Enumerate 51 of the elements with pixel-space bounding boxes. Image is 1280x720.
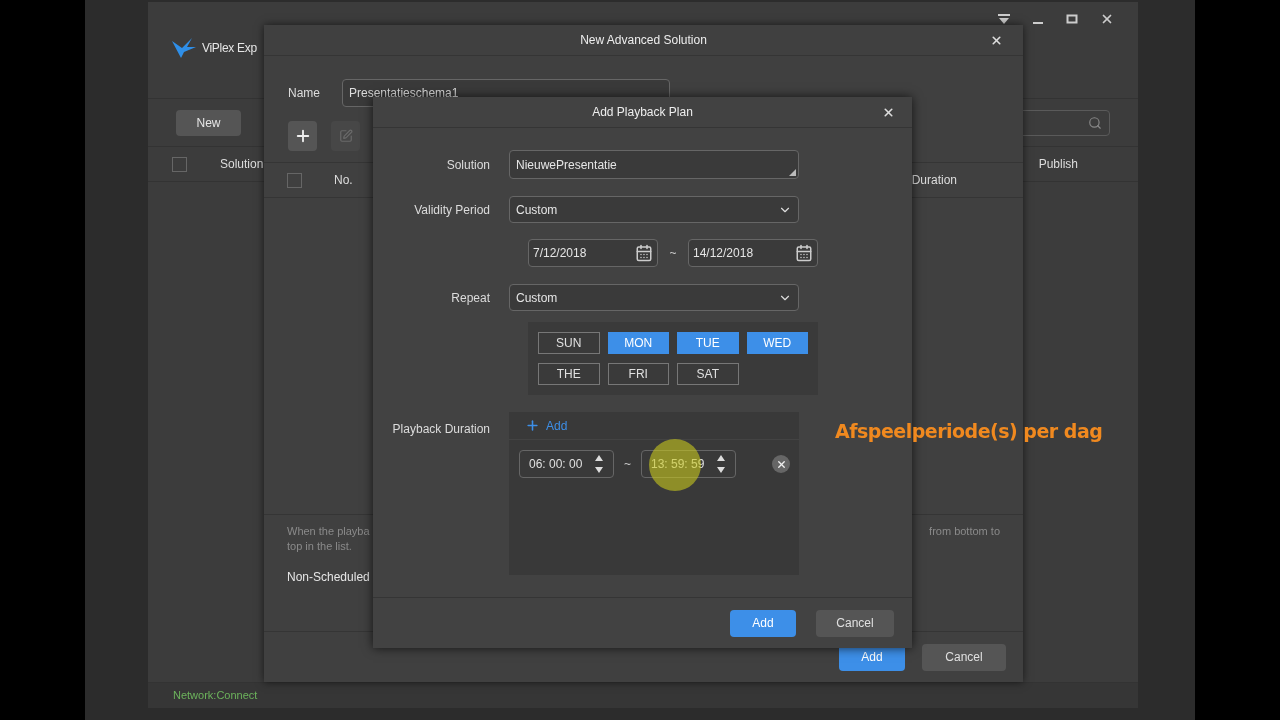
calendar-icon[interactable] bbox=[635, 244, 653, 262]
day-toggle[interactable]: SAT bbox=[677, 363, 739, 385]
dropdown-menu-icon[interactable] bbox=[998, 14, 1010, 24]
dialog-title: Add Playback Plan bbox=[592, 104, 693, 121]
note-text: from bottom to bbox=[929, 524, 1000, 539]
repeat-dropdown[interactable]: Custom bbox=[509, 284, 799, 311]
solution-field[interactable]: NieuwePresentatie bbox=[509, 150, 799, 179]
range-separator: ~ bbox=[668, 245, 678, 262]
field-label: Solution bbox=[445, 156, 491, 174]
cancel-button[interactable]: Cancel bbox=[922, 643, 1006, 671]
maximize-icon[interactable] bbox=[1066, 13, 1078, 25]
start-date-field[interactable]: 7/12/2018 bbox=[528, 239, 658, 267]
field-label: Validity Period bbox=[413, 201, 491, 219]
checkbox[interactable] bbox=[287, 172, 302, 188]
new-button[interactable]: New bbox=[176, 109, 241, 136]
field-label: Repeat bbox=[450, 289, 491, 307]
day-toggle[interactable]: SUN bbox=[538, 332, 600, 354]
section-label: Non-Scheduled bbox=[287, 569, 370, 586]
dialog-title: New Advanced Solution bbox=[580, 32, 707, 49]
add-button[interactable] bbox=[288, 121, 317, 151]
note-text: When the playba bbox=[287, 524, 370, 539]
remove-button[interactable] bbox=[772, 455, 790, 473]
column-header: No. bbox=[334, 172, 353, 189]
checkbox[interactable] bbox=[172, 156, 187, 172]
range-separator: ~ bbox=[623, 456, 632, 473]
edit-icon bbox=[338, 129, 353, 143]
close-icon[interactable] bbox=[1100, 12, 1114, 26]
close-icon[interactable] bbox=[990, 33, 1003, 47]
validity-dropdown[interactable]: Custom bbox=[509, 196, 799, 223]
logo-icon bbox=[172, 38, 196, 58]
close-icon[interactable] bbox=[882, 105, 895, 119]
annotation-text: Afspeelperiode(s) per dag bbox=[835, 419, 1103, 444]
field-label: Name bbox=[288, 85, 320, 102]
calendar-icon[interactable] bbox=[795, 244, 813, 262]
note-text: top in the list. bbox=[287, 539, 353, 554]
resize-grip-icon bbox=[789, 169, 796, 176]
column-header: Duration bbox=[911, 172, 957, 189]
add-link[interactable]: Add bbox=[525, 416, 568, 435]
status-text: Network:Connect bbox=[173, 688, 258, 704]
cancel-button[interactable]: Cancel bbox=[816, 609, 894, 637]
column-header: Solution bbox=[220, 156, 264, 173]
plus-icon bbox=[525, 418, 540, 433]
day-toggle[interactable]: FRI bbox=[607, 363, 669, 385]
field-label: Playback Duration bbox=[391, 421, 491, 438]
day-toggle[interactable]: THE bbox=[538, 363, 600, 385]
close-icon bbox=[775, 458, 787, 470]
end-date-field[interactable]: 14/12/2018 bbox=[688, 239, 818, 267]
start-time-field[interactable]: 06: 00: 00 bbox=[519, 450, 614, 478]
column-header: Publish bbox=[1038, 156, 1078, 173]
app-title: ViPlex Exp bbox=[202, 40, 257, 57]
search-icon bbox=[1088, 115, 1102, 130]
